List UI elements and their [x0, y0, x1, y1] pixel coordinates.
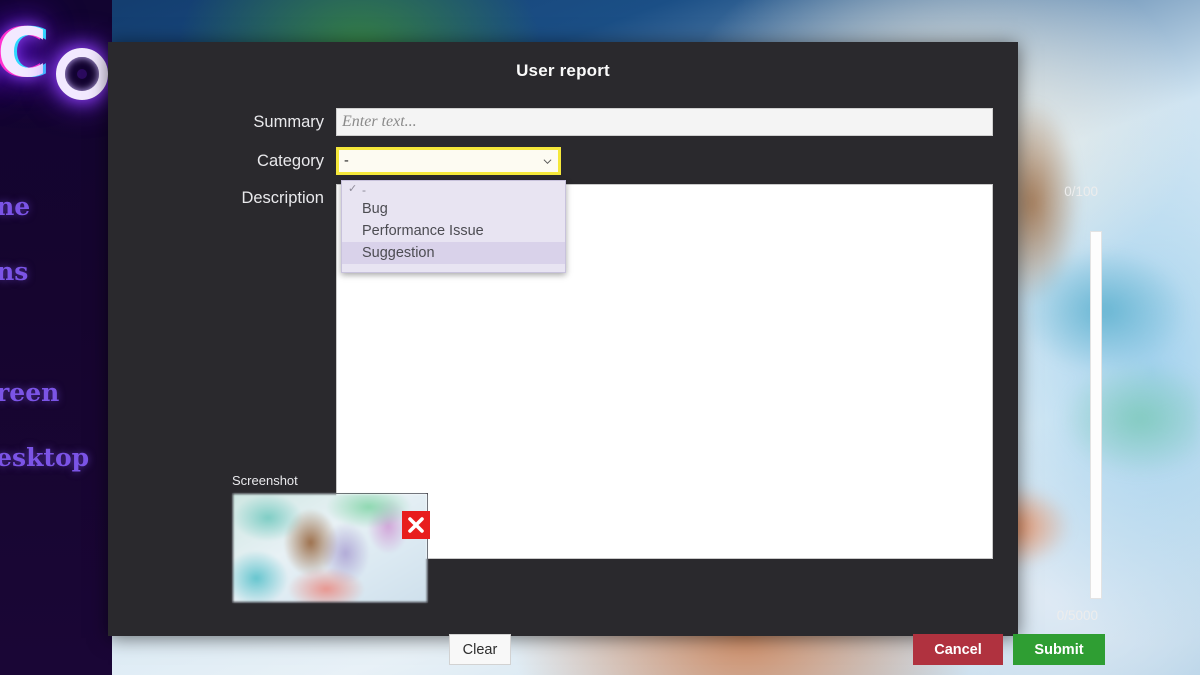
game-menu-item-fullscreen[interactable]: ...reen: [0, 378, 59, 407]
cancel-button[interactable]: Cancel: [913, 634, 1003, 665]
category-select[interactable]: -: [336, 147, 561, 175]
dialog-title: User report: [516, 61, 610, 80]
category-option-1[interactable]: Bug: [342, 198, 565, 220]
category-option-3[interactable]: Suggestion: [342, 242, 565, 264]
screenshot-thumbnail-image: [233, 494, 427, 602]
category-option-0[interactable]: ✓ -: [342, 182, 565, 198]
game-logo-eye-icon: [56, 48, 108, 100]
game-pause-menu: LC ...ne ...ns ...reen ...esktop: [0, 0, 112, 675]
summary-input[interactable]: [336, 108, 993, 136]
summary-char-counter: 0/100: [1064, 184, 1098, 199]
description-label: Description: [241, 189, 324, 207]
user-report-dialog: User report Summary 0/100 Category - Des…: [108, 42, 1105, 665]
category-option-2-label: Performance Issue: [362, 223, 484, 239]
game-logo: LC: [0, 14, 50, 93]
category-option-3-label: Suggestion: [362, 245, 435, 261]
game-menu-item-options[interactable]: ...ns: [0, 257, 28, 286]
description-scrollbar[interactable]: [1090, 231, 1102, 599]
summary-field-row: Summary: [136, 108, 993, 136]
description-char-counter: 0/5000: [1056, 608, 1098, 623]
game-menu-item-resume[interactable]: ...ne: [0, 192, 30, 221]
category-option-0-label: -: [362, 183, 366, 197]
category-field-row: Category -: [136, 147, 561, 175]
category-option-2[interactable]: Performance Issue: [342, 220, 565, 242]
category-select-wrapper: -: [336, 147, 561, 175]
close-x-icon[interactable]: [402, 511, 430, 539]
clear-button[interactable]: Clear: [449, 634, 511, 665]
category-label: Category: [257, 152, 324, 170]
screenshot-label: Screenshot: [232, 473, 298, 488]
category-option-1-label: Bug: [362, 201, 388, 217]
summary-label: Summary: [253, 113, 324, 131]
screenshot-thumbnail-wrapper[interactable]: [232, 493, 430, 603]
category-dropdown-list[interactable]: ✓ - Bug Performance Issue Suggestion: [341, 180, 566, 273]
submit-button[interactable]: Submit: [1013, 634, 1105, 665]
screenshot-attachment: Screenshot: [232, 473, 430, 603]
game-menu-item-quit-to-desktop[interactable]: ...esktop: [0, 443, 89, 472]
checkmark-icon: ✓: [348, 183, 358, 195]
